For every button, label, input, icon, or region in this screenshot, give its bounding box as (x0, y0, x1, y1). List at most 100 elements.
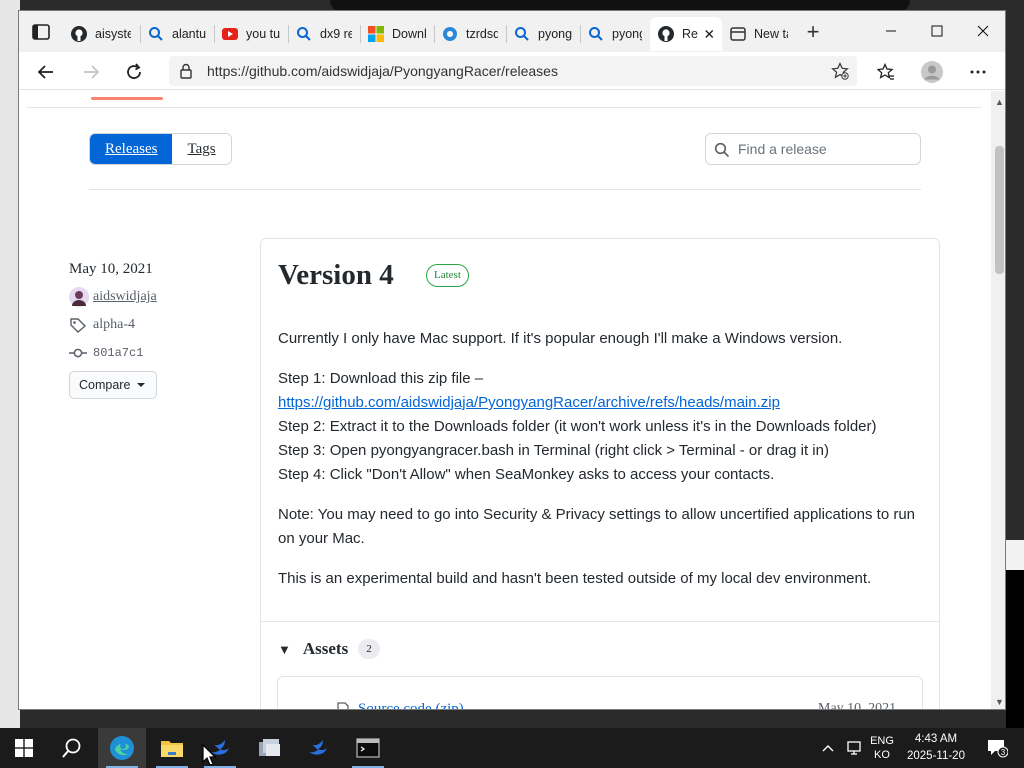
latest-badge: Latest (426, 264, 469, 287)
search-icon (149, 27, 163, 41)
start-button[interactable] (0, 728, 48, 768)
maximize-button[interactable] (914, 16, 960, 46)
new-tab-page-icon (730, 27, 746, 41)
network-button[interactable] (842, 728, 866, 768)
releases-tab[interactable]: Releases (90, 134, 173, 164)
input-mode-label: KO (874, 749, 890, 761)
release-commit-link[interactable]: 801a7c1 (93, 346, 143, 360)
taskbar-app-3[interactable] (294, 728, 342, 768)
tab-alantu[interactable]: alantu (140, 17, 214, 51)
release-meta-sidebar: May 10, 2021 aidswidjaja alpha-4 801a7c1 (69, 261, 249, 399)
tab-dx9[interactable]: dx9 re (288, 17, 360, 51)
vertical-scrollbar[interactable]: ▲ ▼ (991, 91, 1005, 709)
new-tab-button[interactable]: + (803, 21, 823, 43)
scrollbar-thumb[interactable] (995, 146, 1004, 274)
taskbar-search-button[interactable] (48, 728, 96, 768)
release-notes-experimental: This is an experimental build and hasn't… (278, 570, 872, 587)
add-favorite-icon[interactable] (831, 62, 849, 80)
tab-label: Downl (392, 27, 426, 41)
tab-aisyste[interactable]: aisyste (63, 17, 139, 51)
clock[interactable]: 4:43 AM 2025-11-20 (898, 728, 974, 768)
back-button[interactable] (32, 58, 60, 86)
tab-label: aisyste (95, 27, 131, 41)
release-title[interactable]: Version 4 (278, 259, 394, 292)
app-swift-icon (309, 740, 327, 755)
tab-pyong-1[interactable]: pyong (506, 17, 580, 51)
desktop-right-window-edge (1006, 540, 1024, 570)
taskbar-edge[interactable] (98, 728, 146, 768)
tab-pyong-2[interactable]: pyong (580, 17, 650, 51)
input-language-indicator[interactable]: ENG KO (866, 728, 898, 768)
close-window-button[interactable] (960, 16, 1005, 46)
page-viewport: Releases Tags May 10, 2021 aidswidjaja a… (19, 91, 991, 709)
file-zip-icon (337, 701, 349, 709)
compare-dropdown-button[interactable]: Compare (69, 371, 157, 399)
edge-browser-icon (110, 736, 134, 760)
step-2-text: Step 2: Extract it to the Downloads fold… (278, 418, 877, 435)
forward-button[interactable] (77, 58, 105, 86)
tab-label: Re (682, 27, 698, 41)
action-center-button[interactable]: 3 (980, 728, 1014, 768)
address-bar[interactable]: https://github.com/aidswidjaja/Pyongyang… (169, 56, 857, 86)
mouse-cursor-icon (202, 744, 216, 766)
show-hidden-icons-button[interactable] (816, 728, 840, 768)
search-icon (714, 142, 730, 158)
find-release-input[interactable] (738, 139, 914, 159)
back-arrow-icon (37, 65, 53, 79)
asset-source-zip-link[interactable]: Source code (zip) (358, 701, 464, 709)
settings-more-button[interactable] (964, 58, 992, 86)
minimize-button[interactable] (868, 16, 914, 46)
taskbar-app-2[interactable] (246, 728, 294, 768)
desktop-left-window-edge (0, 0, 20, 728)
taskbar-file-explorer[interactable] (148, 728, 196, 768)
tag-icon (69, 317, 89, 333)
taskbar-terminal[interactable] (344, 728, 392, 768)
tab-actions-icon[interactable] (29, 20, 53, 44)
tab-label: pyong (538, 27, 572, 41)
app-windows-stack-icon (259, 739, 280, 756)
release-card: Version 4 Latest Currently I only have M… (260, 238, 940, 709)
tab-label: alantu (172, 27, 206, 41)
close-tab-icon[interactable] (704, 28, 715, 40)
tab-releases-active[interactable]: Re (650, 17, 722, 51)
tab-new-tab[interactable]: New ta (722, 17, 796, 51)
search-icon (297, 27, 311, 41)
tab-download[interactable]: Downl (360, 17, 434, 51)
favorites-button[interactable] (872, 58, 900, 86)
release-commit-row: 801a7c1 (69, 343, 249, 363)
close-icon (977, 25, 989, 37)
tab-youtube[interactable]: you tu (214, 17, 288, 51)
release-notes: Currently I only have Mac support. If it… (278, 327, 928, 607)
windows-logo-icon (15, 739, 33, 757)
chevron-up-icon (822, 745, 834, 752)
assets-list: Source code (zip) May 10, 2021 (277, 676, 923, 709)
repo-nav-underline (27, 107, 981, 108)
release-author-row: aidswidjaja (69, 287, 249, 307)
releases-tags-switch: Releases Tags (89, 133, 232, 165)
clock-date: 2025-11-20 (907, 750, 965, 762)
refresh-button[interactable] (120, 58, 148, 86)
tab-icon (443, 27, 457, 41)
step-1-text: Step 1: Download this zip file – (278, 370, 484, 387)
scroll-up-arrow-icon[interactable]: ▲ (995, 97, 1004, 107)
release-tag-link[interactable]: alpha-4 (93, 317, 135, 333)
tab-tzrdsd[interactable]: tzrdsd (434, 17, 506, 51)
step-3-text: Step 3: Open pyongyangracer.bash in Term… (278, 442, 829, 459)
folder-icon (161, 741, 183, 757)
step-4-text: Step 4: Click "Don't Allow" when SeaMonk… (278, 466, 775, 483)
search-icon (62, 738, 81, 758)
url-text[interactable]: https://github.com/aidswidjaja/Pyongyang… (207, 63, 558, 79)
avatar[interactable] (69, 287, 89, 307)
notification-icon: 3 (988, 740, 1008, 758)
release-notes-intro: Currently I only have Mac support. If it… (278, 330, 843, 347)
assets-toggle[interactable]: ▼ Assets 2 (278, 639, 380, 659)
scroll-down-arrow-icon[interactable]: ▼ (995, 697, 1004, 707)
lock-icon[interactable] (179, 63, 193, 79)
download-zip-link[interactable]: https://github.com/aidswidjaja/Pyongyang… (278, 394, 780, 411)
selected-nav-indicator (91, 97, 163, 100)
notification-count: 3 (1001, 748, 1006, 757)
release-author-link[interactable]: aidswidjaja (93, 289, 157, 305)
maximize-icon (931, 25, 943, 37)
tags-tab[interactable]: Tags (172, 134, 231, 164)
profile-button[interactable] (918, 58, 946, 86)
